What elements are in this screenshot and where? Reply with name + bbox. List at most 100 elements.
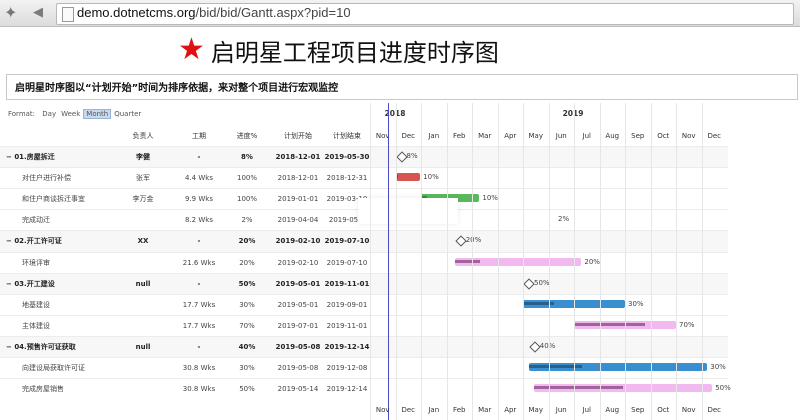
column-progress: 进度%: [236, 132, 258, 140]
gantt-chart: Format: Day Week Month Quarter 负责人 工期 进度% 计…: [0, 103, 731, 420]
task-start: 2019-05-08: [277, 364, 319, 372]
task-owner: [118, 295, 168, 316]
month-header: Oct: [657, 132, 670, 140]
month-footer: Jun: [555, 406, 567, 414]
task-group-row[interactable]: − 01.房屋拆迁 李健 - 8% 2018-12-01 2019-05-30: [0, 146, 728, 168]
format-selector: Format: Day Week Month Quarter: [6, 109, 144, 121]
task-row[interactable]: 对住户进行补偿 张军 4.4 Wks 100% 2018-12-01 2018-12-31: [0, 167, 728, 189]
group-name-text: 03.开工建设: [14, 279, 55, 288]
task-percent-label: 20%: [584, 257, 600, 266]
task-start: 2019-02-10: [275, 237, 321, 246]
task-name: 和住户商谈拆迁事宜: [22, 195, 85, 204]
column-owner: 负责人: [132, 132, 154, 140]
task-name: 环境评审: [22, 258, 50, 267]
task-progress-fill: [454, 259, 481, 263]
month-footer: Sep: [631, 406, 645, 414]
task-progress: 20%: [238, 237, 256, 246]
task-start: 2019-07-01: [277, 321, 319, 330]
task-progress: 30%: [239, 364, 255, 372]
task-percent-label: 10%: [482, 194, 498, 203]
group-name: − 03.开工建设: [6, 274, 106, 295]
format-option-quarter[interactable]: Quarter: [112, 109, 143, 119]
task-bar[interactable]: [528, 363, 708, 371]
month-gridline: [599, 103, 601, 420]
extension-icon[interactable]: ✦: [4, 3, 28, 23]
month-header: Jul: [582, 132, 591, 140]
task-owner: [118, 379, 168, 400]
format-option-month[interactable]: Month: [83, 109, 112, 119]
milestone-percent-label: 50%: [534, 278, 550, 287]
month-header: Aug: [605, 132, 620, 140]
month-gridline: [676, 103, 677, 420]
task-percent-label: 70%: [679, 320, 695, 329]
month-header: May: [528, 132, 543, 140]
task-end: 2019-07-10: [324, 237, 370, 246]
task-group-row[interactable]: − 03.开工建设 null - 50% 2019-05-01 2019-11-01: [0, 272, 728, 295]
task-start: 2019-05-01: [275, 279, 321, 288]
page-title: ★ 启明星工程项目进度时序图: [178, 30, 499, 70]
month-gridline: [574, 103, 575, 420]
task-end: 2019-11-01: [324, 279, 370, 288]
url-text[interactable]: demo.dotnetcms.org/bid/bid/Gantt.aspx?pi…: [77, 5, 351, 20]
group-name-text: 02.开工许可证: [14, 237, 62, 246]
task-owner: 李健: [136, 153, 150, 161]
month-footer: Apr: [504, 406, 517, 414]
task-owner: 李万金: [132, 195, 154, 204]
task-name: 地基建设: [22, 300, 50, 309]
month-gridline: [625, 103, 626, 420]
task-start: 2019-05-14: [277, 385, 319, 394]
task-start: 2019-04-04: [277, 216, 319, 225]
column-end: 计划结束: [333, 132, 361, 140]
task-group-row[interactable]: − 04.预售许可证获取 null - 40% 2019-05-08 2019-12-14: [0, 335, 728, 358]
task-duration: 30.8 Wks: [182, 385, 216, 394]
month-footer: Jul: [582, 406, 591, 414]
task-progress: 30%: [239, 300, 255, 309]
address-bar[interactable]: demo.dotnetcms.org/bid/bid/Gantt.aspx?pi…: [56, 3, 794, 25]
month-gridline: [421, 103, 422, 420]
task-end: 2019-11-01: [326, 321, 368, 330]
task-end: 2019-09-01: [326, 300, 368, 309]
task-owner: [118, 210, 168, 231]
task-percent-label: 30%: [710, 363, 726, 371]
back-icon[interactable]: ◀: [30, 5, 46, 21]
url-path: /bid/bid/Gantt.aspx?pid=10: [195, 5, 351, 20]
task-group-row[interactable]: − 02.开工许可证 XX - 20% 2019-02-10 2019-07-10: [0, 230, 728, 253]
task-percent-label: 2%: [558, 215, 570, 224]
task-duration: 30.8 Wks: [182, 364, 216, 372]
task-end: 2018-12-31: [326, 174, 368, 183]
task-start: 2019-02-10: [277, 258, 319, 267]
year-2019: 2019: [562, 109, 584, 118]
month-header: Apr: [504, 132, 517, 140]
group-name: − 02.开工许可证: [6, 231, 106, 252]
task-bar[interactable]: [395, 173, 421, 182]
month-footer: Mar: [478, 406, 492, 414]
task-duration: -: [197, 153, 201, 161]
month-gridline: [548, 103, 550, 420]
month-gridline: [472, 103, 473, 420]
task-duration: 8.2 Wks: [185, 216, 213, 225]
task-percent-label: 30%: [628, 299, 644, 308]
month-header: Jan: [428, 132, 440, 140]
task-start: 2018-12-01: [277, 174, 319, 183]
task-end: 2019-12-14: [326, 385, 368, 394]
task-owner: [118, 316, 168, 337]
task-row[interactable]: 环境评审 21.6 Wks 20% 2019-02-10 2019-07-10: [0, 251, 728, 274]
month-footer: Jan: [428, 406, 440, 414]
month-gridline: [446, 103, 448, 420]
format-label: Format:: [8, 110, 36, 118]
task-bar[interactable]: [533, 384, 713, 393]
task-bar[interactable]: [454, 257, 582, 266]
task-progress-fill: [574, 322, 646, 326]
task-name: 完成房屋销售: [22, 385, 64, 394]
group-name: − 04.预售许可证获取: [6, 337, 106, 358]
format-option-day[interactable]: Day: [40, 109, 58, 119]
description-box: 启明星时序图以“计划开始”时间为排序依据，来对整个项目进行宏观监控: [6, 74, 798, 100]
task-progress: 100%: [236, 174, 257, 183]
description-text: 启明星时序图以“计划开始”时间为排序依据，来对整个项目进行宏观监控: [15, 83, 339, 94]
task-owner: null: [135, 342, 151, 351]
month-header: Nov: [375, 132, 390, 140]
format-option-week[interactable]: Week: [59, 109, 82, 119]
task-start: 2019-05-08: [275, 342, 321, 351]
task-progress: 2%: [241, 216, 253, 225]
group-name-text: 04.预售许可证获取: [14, 342, 76, 351]
